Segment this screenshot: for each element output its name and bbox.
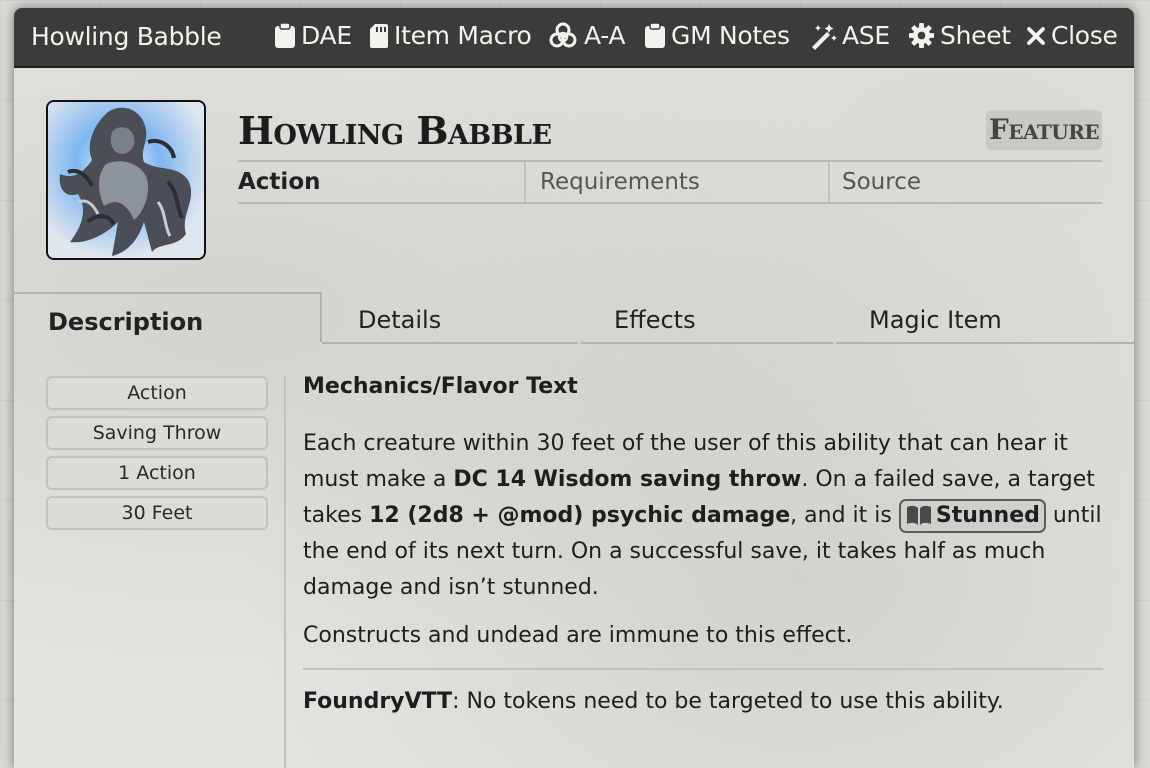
item-portrait[interactable] bbox=[46, 100, 206, 260]
a-a-label: A-A bbox=[584, 21, 626, 50]
description-heading: Mechanics/Flavor Text bbox=[303, 374, 578, 399]
description-paragraph: Constructs and undead are immune to this… bbox=[303, 623, 853, 648]
item-properties: Action Saving Throw 1 Action 30 Feet bbox=[46, 376, 268, 536]
tab-underline bbox=[322, 342, 578, 344]
a-a-button[interactable]: A-A bbox=[547, 21, 626, 50]
description-divider bbox=[303, 668, 1103, 670]
activation-type[interactable]: Action bbox=[238, 162, 526, 202]
item-summary: Action Requirements Source bbox=[238, 162, 1102, 204]
text-span: : No tokens need to be targeted to use t… bbox=[452, 689, 1004, 714]
item-type-badge: Feature bbox=[986, 110, 1102, 150]
gm-notes-label: GM Notes bbox=[671, 21, 790, 50]
saving-throw-text: DC 14 Wisdom saving throw bbox=[453, 467, 802, 492]
item-name[interactable]: Howling Babble bbox=[238, 108, 552, 153]
sheet-button[interactable]: Sheet bbox=[908, 21, 1011, 50]
window-title: Howling Babble bbox=[31, 22, 222, 51]
text-span: , and it is bbox=[790, 503, 899, 528]
wraith-creature-image bbox=[48, 102, 204, 258]
close-button[interactable]: Close bbox=[1026, 21, 1118, 50]
tab-underline bbox=[581, 342, 833, 344]
biohazard-icon bbox=[549, 22, 577, 47]
property-pill: 1 Action bbox=[46, 456, 268, 490]
property-pill: Action bbox=[46, 376, 268, 410]
damage-text: 12 (2d8 + @mod) psychic damage bbox=[369, 503, 791, 528]
book-icon bbox=[906, 505, 931, 525]
gear-icon bbox=[908, 22, 935, 49]
clipboard-icon bbox=[275, 22, 295, 48]
sd-card-icon bbox=[370, 23, 388, 48]
description-paragraph: Each creature within 30 feet of the user… bbox=[303, 426, 1103, 606]
item-sheet-window: Howling Babble DAE Item Macro A-A GM Not… bbox=[14, 8, 1134, 768]
stunned-condition-link[interactable]: Stunned bbox=[898, 499, 1046, 533]
requirements-field[interactable]: Requirements bbox=[526, 162, 830, 202]
window-header[interactable]: Howling Babble DAE Item Macro A-A GM Not… bbox=[14, 8, 1134, 68]
foundry-label: FoundryVTT bbox=[303, 689, 453, 714]
description-editor[interactable]: Mechanics/Flavor Text Each creature with… bbox=[303, 370, 1103, 720]
stunned-label: Stunned bbox=[935, 503, 1040, 528]
tab-magic-item[interactable]: Magic Item bbox=[869, 292, 1002, 342]
source-field[interactable]: Source bbox=[830, 162, 921, 202]
tab-details[interactable]: Details bbox=[358, 292, 441, 342]
gm-notes-button[interactable]: GM Notes bbox=[644, 21, 790, 50]
item-macro-label: Item Macro bbox=[394, 21, 532, 50]
dae-button[interactable]: DAE bbox=[274, 21, 352, 50]
tab-description[interactable]: Description bbox=[14, 292, 322, 342]
ase-button[interactable]: ASE bbox=[809, 21, 890, 50]
ase-label: ASE bbox=[842, 21, 890, 50]
tab-effects[interactable]: Effects bbox=[614, 292, 696, 342]
sheet-tabs: Description Details Effects Magic Item bbox=[14, 292, 1134, 344]
close-icon bbox=[1027, 26, 1045, 45]
magic-wand-icon bbox=[812, 23, 837, 50]
description-paragraph: FoundryVTT: No tokens need to be targete… bbox=[303, 684, 1103, 720]
tab-underline bbox=[836, 342, 1134, 344]
clipboard-icon bbox=[645, 22, 665, 48]
content-divider bbox=[284, 376, 286, 768]
property-pill: Saving Throw bbox=[46, 416, 268, 450]
sheet-label: Sheet bbox=[940, 21, 1011, 50]
item-macro-button[interactable]: Item Macro bbox=[369, 21, 532, 50]
close-label: Close bbox=[1051, 21, 1118, 50]
property-pill: 30 Feet bbox=[46, 496, 268, 530]
dae-label: DAE bbox=[301, 21, 352, 50]
